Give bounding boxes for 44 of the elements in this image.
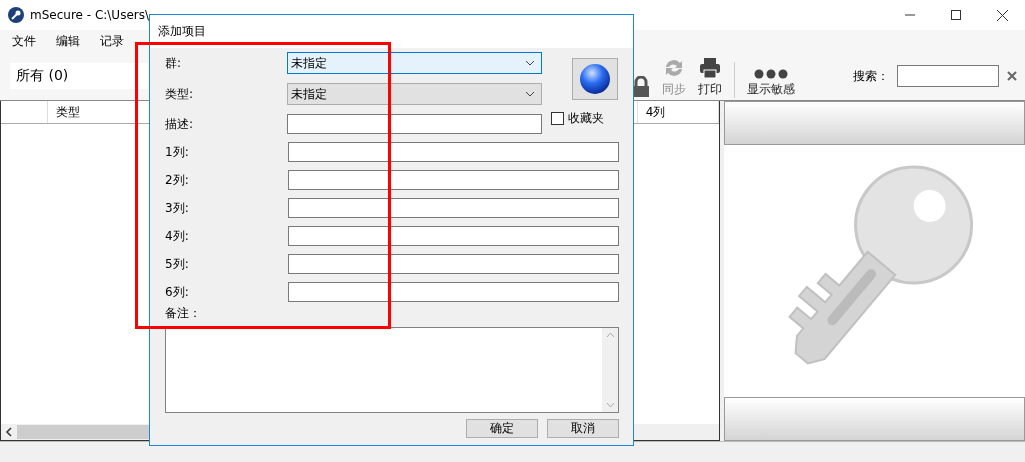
- field-label: 4列:: [165, 227, 190, 245]
- close-icon: [996, 9, 1008, 21]
- lock-icon: [632, 76, 650, 98]
- field-label: 3列:: [165, 199, 190, 217]
- app-logo-icon: [8, 7, 24, 23]
- menu-item[interactable]: 文件: [12, 32, 36, 50]
- maximize-icon: [951, 10, 961, 20]
- notes-field[interactable]: [165, 327, 619, 413]
- caret-icon: [525, 60, 535, 66]
- menu-item[interactable]: 记录: [100, 32, 124, 50]
- search-field[interactable]: [897, 65, 999, 87]
- input-field[interactable]: [287, 114, 542, 134]
- column-header[interactable]: 4列: [637, 101, 719, 123]
- input-field[interactable]: [288, 226, 619, 246]
- dropdown[interactable]: 未指定: [287, 83, 542, 105]
- show-sensitive-button[interactable]: 显示敏感: [745, 69, 797, 98]
- input-field[interactable]: [288, 198, 619, 218]
- printer-icon: [699, 57, 721, 79]
- scroll-left-icon[interactable]: [5, 427, 13, 437]
- print-button[interactable]: 打印: [696, 57, 724, 98]
- orb-icon: [579, 62, 611, 95]
- input-field[interactable]: [288, 282, 619, 302]
- field-label: 6列:: [165, 283, 190, 301]
- caret-icon: [525, 91, 535, 97]
- dropdown[interactable]: 未指定: [287, 52, 542, 74]
- field-label: 1列:: [165, 143, 190, 161]
- input-field[interactable]: [288, 254, 619, 274]
- cancel-button[interactable]: 取消: [547, 419, 619, 438]
- favorite-checkbox[interactable]: 收藏夹: [551, 109, 618, 127]
- field-label: 5列:: [165, 255, 190, 273]
- field-label: 2列:: [165, 171, 190, 189]
- window-title: mSecure - C:\Users\: [30, 8, 149, 22]
- notes-label: 备注：: [165, 305, 201, 322]
- sync-icon: [663, 57, 685, 79]
- ok-button[interactable]: 确定: [466, 419, 538, 438]
- clear-icon[interactable]: [1007, 71, 1017, 81]
- search-label: 搜索：: [853, 67, 889, 85]
- dots-icon: [754, 69, 788, 79]
- menu-item[interactable]: 编辑: [56, 32, 80, 50]
- input-field[interactable]: [288, 142, 619, 162]
- dialog-title: 添加项目: [158, 23, 206, 40]
- icon-picker-button[interactable]: [572, 57, 618, 100]
- input-field[interactable]: [288, 170, 619, 190]
- field-label: 描述:: [165, 115, 195, 133]
